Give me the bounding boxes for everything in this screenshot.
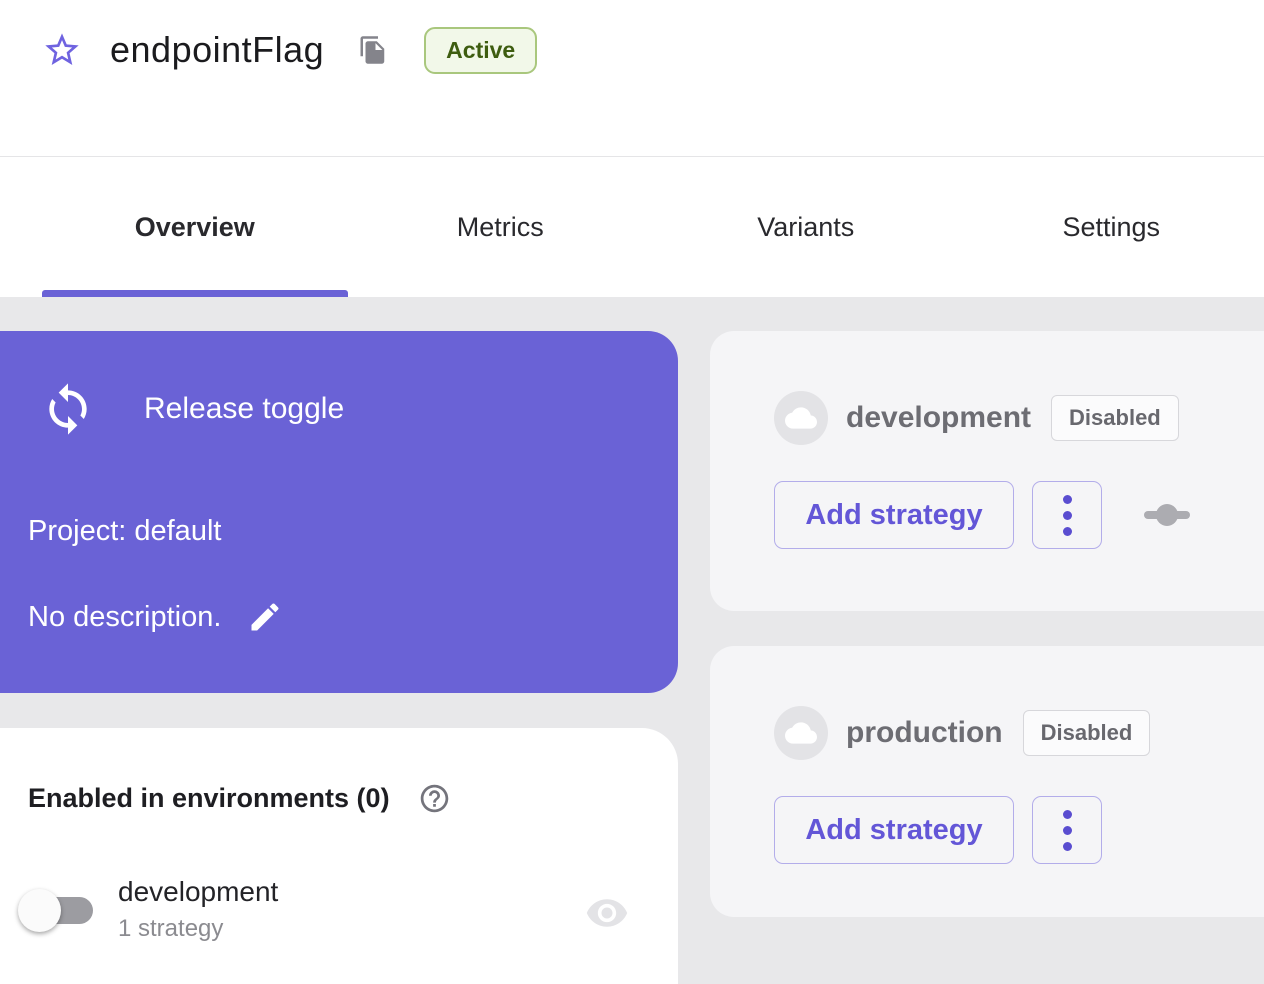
development-toggle-switch[interactable] <box>0 886 96 934</box>
favorite-star-button[interactable] <box>42 30 82 70</box>
page-title: endpointFlag <box>110 29 324 71</box>
environment-name: development <box>118 876 278 908</box>
cloud-icon <box>785 402 817 434</box>
dot-icon <box>1063 511 1072 520</box>
cloud-icon <box>785 717 817 749</box>
status-badge: Active <box>424 27 537 74</box>
copy-name-button[interactable] <box>358 35 388 65</box>
tab-overview[interactable]: Overview <box>42 157 348 297</box>
env-card-header: production Disabled <box>774 706 1150 760</box>
header-row: endpointFlag Active <box>42 28 1264 72</box>
enabled-title-row: Enabled in environments (0) <box>28 782 451 815</box>
tab-settings[interactable]: Settings <box>959 157 1264 297</box>
project-label: Project: default <box>28 515 221 548</box>
more-actions-button[interactable] <box>1032 481 1102 549</box>
dot-icon <box>1063 826 1072 835</box>
question-mark-icon <box>418 782 451 815</box>
environment-strategy-count: 1 strategy <box>118 915 278 943</box>
description-row: No description. <box>28 599 283 635</box>
environment-card-development: development Disabled Add strategy <box>710 331 1264 611</box>
visibility-button[interactable] <box>585 891 629 935</box>
toggle-type-row: Release toggle <box>40 381 344 437</box>
add-strategy-button[interactable]: Add strategy <box>774 481 1014 549</box>
overview-content: Release toggle Project: default No descr… <box>0 297 1264 984</box>
switch-thumb <box>18 889 61 932</box>
release-toggle-loop-icon <box>40 381 96 437</box>
dot-icon <box>1063 495 1072 504</box>
tab-metrics[interactable]: Metrics <box>348 157 654 297</box>
tab-metrics-label: Metrics <box>457 212 544 243</box>
toggle-info-card: Release toggle Project: default No descr… <box>0 331 678 693</box>
toggle-type-label: Release toggle <box>144 392 344 426</box>
environment-status-badge: Disabled <box>1051 395 1179 441</box>
pencil-icon <box>247 599 283 635</box>
environment-row-development: development 1 strategy <box>0 876 678 946</box>
environment-avatar <box>774 706 828 760</box>
env-card-actions: Add strategy <box>774 796 1102 864</box>
environment-card-name: production <box>846 716 1003 750</box>
environment-card-name: development <box>846 401 1031 435</box>
copy-icon <box>358 35 388 65</box>
tab-variants[interactable]: Variants <box>653 157 959 297</box>
star-icon <box>42 30 82 70</box>
more-actions-button[interactable] <box>1032 796 1102 864</box>
environment-status-badge: Disabled <box>1023 710 1151 756</box>
environment-name-block: development 1 strategy <box>118 876 278 943</box>
tab-settings-label: Settings <box>1062 212 1160 243</box>
enabled-environments-title: Enabled in environments (0) <box>28 783 390 814</box>
dot-icon <box>1063 527 1072 536</box>
tab-variants-label: Variants <box>757 212 854 243</box>
tab-bar: Overview Metrics Variants Settings <box>0 157 1264 297</box>
eye-icon <box>585 891 629 935</box>
environment-avatar <box>774 391 828 445</box>
enabled-environments-card: Enabled in environments (0) development … <box>0 728 678 984</box>
dot-icon <box>1063 842 1072 851</box>
add-strategy-button[interactable]: Add strategy <box>774 796 1014 864</box>
help-button[interactable] <box>418 782 451 815</box>
env-card-header: development Disabled <box>774 391 1179 445</box>
description-text: No description. <box>28 601 221 634</box>
active-tab-underline <box>42 290 348 297</box>
edit-description-button[interactable] <box>247 599 283 635</box>
dot-icon <box>1063 810 1072 819</box>
env-card-actions: Add strategy <box>774 481 1190 549</box>
strategy-slider-icon[interactable] <box>1144 503 1190 527</box>
tab-overview-label: Overview <box>135 212 255 243</box>
environment-card-production: production Disabled Add strategy <box>710 646 1264 917</box>
page-header: endpointFlag Active <box>0 28 1264 157</box>
